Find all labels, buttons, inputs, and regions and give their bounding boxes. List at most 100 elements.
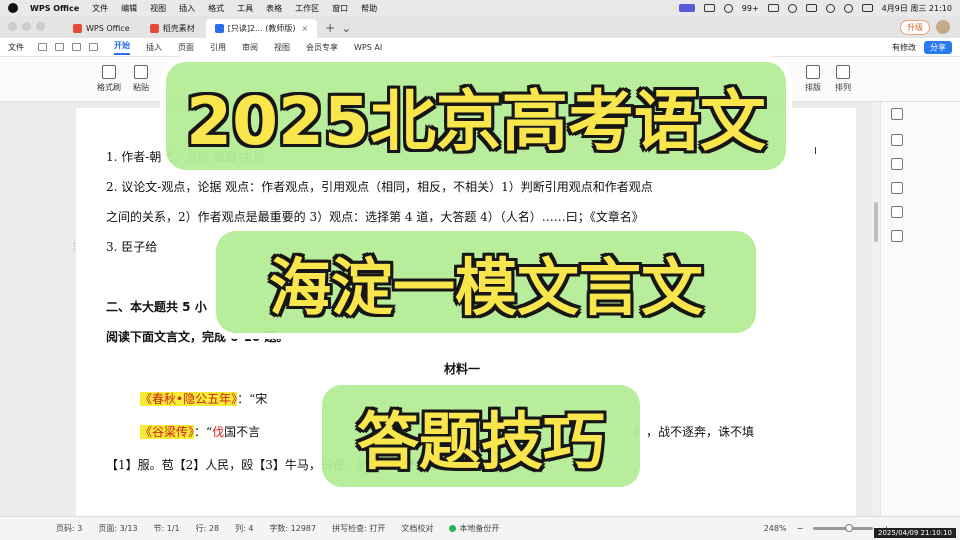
status-proofread[interactable]: 文档校对 xyxy=(401,523,433,534)
menubar-status: 99+ 4月9日 周三 21:10 xyxy=(678,3,952,14)
menu-insert[interactable]: 插入 xyxy=(179,3,195,14)
status-page[interactable]: 页面: 3/13 xyxy=(98,523,137,534)
wifi-icon[interactable] xyxy=(825,3,835,13)
upgrade-button[interactable]: 升级 xyxy=(900,19,930,35)
overlay-title-sub: 海淀一模文言文 xyxy=(216,231,756,333)
brush-icon[interactable] xyxy=(891,206,903,218)
menu-edit[interactable]: 编辑 xyxy=(121,3,137,14)
tab-docer[interactable]: 稻壳素材 xyxy=(141,19,204,38)
backup-ok-icon xyxy=(449,525,457,532)
ribbon-tabs: 文件 开始 插入 页面 引用 审阅 视图 会员专享 WPS AI 有修改 分享 xyxy=(0,38,960,57)
pen-icon[interactable] xyxy=(891,134,903,146)
close-tab-icon[interactable]: × xyxy=(301,24,308,33)
zoom-window-button[interactable] xyxy=(36,22,45,31)
status-spell-check[interactable]: 拼写检查: 打开 xyxy=(332,523,385,534)
tab-view[interactable]: 视图 xyxy=(274,42,290,53)
paste-label: 粘贴 xyxy=(133,83,149,92)
tab-label: 稻壳素材 xyxy=(162,24,195,33)
tab-page[interactable]: 页面 xyxy=(178,42,194,53)
vertical-scrollbar[interactable] xyxy=(872,102,880,516)
tab-wps-ai[interactable]: WPS AI xyxy=(354,43,382,52)
control-center-icon[interactable] xyxy=(861,4,873,12)
sliders-icon[interactable] xyxy=(891,158,903,170)
file-menu-button[interactable]: 文件 xyxy=(8,42,24,53)
menu-view[interactable]: 视图 xyxy=(150,3,166,14)
tab-references[interactable]: 引用 xyxy=(210,42,226,53)
status-word-count[interactable]: 字数: 12987 xyxy=(269,523,316,534)
redo-icon[interactable] xyxy=(89,43,98,51)
arrange-label: 排列 xyxy=(835,83,851,92)
history-icon[interactable] xyxy=(891,230,903,242)
paste-button[interactable]: 粘贴 xyxy=(124,65,158,93)
pointer-icon[interactable] xyxy=(891,182,903,194)
menu-format[interactable]: 格式 xyxy=(208,3,224,14)
avatar[interactable] xyxy=(936,20,950,34)
wechat-icon[interactable] xyxy=(723,3,733,13)
section-heading: 二、本大题共 5 小 xyxy=(106,300,207,314)
window-controls xyxy=(8,22,45,31)
menubar-datetime: 4月9日 周三 21:10 xyxy=(881,3,952,13)
zoom-out-icon[interactable]: − xyxy=(797,524,804,533)
layout-label: 排版 xyxy=(805,83,821,92)
menu-workspace[interactable]: 工作区 xyxy=(295,3,319,14)
arrange-icon xyxy=(836,65,850,79)
quote-line: 《谷梁传》：“伐国不言 xyxy=(140,423,260,440)
notification-badge: 99+ xyxy=(741,3,759,13)
wps-logo-icon xyxy=(73,24,82,33)
apple-icon[interactable] xyxy=(8,3,18,13)
folder-icon[interactable] xyxy=(767,4,779,12)
quote-tail: 时，战不逐奔，诛不填 xyxy=(634,425,755,439)
capture-timestamp: 2025/04/09 21:10:10 xyxy=(873,528,956,538)
menu-help[interactable]: 帮助 xyxy=(361,3,377,14)
quote-text: ：“宋 xyxy=(237,392,268,406)
scrollbar-thumb[interactable] xyxy=(874,202,878,242)
tab-review[interactable]: 审阅 xyxy=(242,42,258,53)
wps-tray-icon[interactable] xyxy=(703,4,715,12)
zoom-slider[interactable] xyxy=(813,524,874,532)
tab-home[interactable]: 开始 xyxy=(114,40,130,55)
menu-file[interactable]: 文件 xyxy=(92,3,108,14)
search-icon[interactable] xyxy=(843,3,853,13)
zoom-level[interactable]: 248% xyxy=(764,524,787,533)
battery-icon[interactable] xyxy=(805,4,817,12)
print-icon[interactable] xyxy=(55,43,64,51)
panel-collapse-icon[interactable] xyxy=(891,108,903,120)
format-painter-button[interactable]: 格式刷 xyxy=(92,65,126,93)
screen: WPS Office 文件 编辑 视图 插入 格式 工具 表格 工作区 窗口 帮… xyxy=(0,0,960,540)
tab-dropdown-icon[interactable]: ⌄ xyxy=(341,21,351,35)
material-heading: 材料一 xyxy=(444,362,481,376)
undo-icon[interactable] xyxy=(72,43,81,51)
quote-text: 国不言 xyxy=(224,425,261,439)
menu-table[interactable]: 表格 xyxy=(266,3,282,14)
tab-label: [只读]2... (教师版) xyxy=(227,24,296,33)
menu-window[interactable]: 窗口 xyxy=(332,3,348,14)
save-icon[interactable] xyxy=(38,43,47,51)
layout-button[interactable]: 排版 xyxy=(798,65,828,93)
ribbon-right: 有修改 分享 xyxy=(892,40,960,54)
tab-label: WPS Office xyxy=(86,24,130,33)
quote-line: 《春秋•隐公五年》：“宋 xyxy=(140,390,267,407)
status-backup[interactable]: 本地备份开 xyxy=(449,523,499,534)
menu-app-name[interactable]: WPS Office xyxy=(30,4,79,13)
tab-bar: WPS Office 稻壳素材 [只读]2... (教师版) × + ⌄ 升级 xyxy=(0,16,960,38)
book-title-highlight: 《春秋•隐公五年》 xyxy=(140,392,238,406)
close-window-button[interactable] xyxy=(8,22,17,31)
clock-icon[interactable] xyxy=(787,3,797,13)
minimize-window-button[interactable] xyxy=(22,22,31,31)
menu-tools[interactable]: 工具 xyxy=(237,3,253,14)
doc-line: 2. 议论文-观点，论据 观点：作者观点，引用观点（相同，相反，不相关）1）判断… xyxy=(106,180,653,194)
screen-record-icon[interactable] xyxy=(678,4,695,12)
text-cursor-icon: I xyxy=(814,146,817,157)
modified-status[interactable]: 有修改 xyxy=(892,42,916,53)
new-tab-icon[interactable]: + xyxy=(325,21,335,35)
red-character: 伐 xyxy=(212,425,225,439)
tab-wps-office[interactable]: WPS Office xyxy=(64,19,139,38)
tab-insert[interactable]: 插入 xyxy=(146,42,162,53)
arrange-button[interactable]: 排列 xyxy=(828,65,858,93)
tab-document[interactable]: [只读]2... (教师版) × xyxy=(205,19,318,38)
status-page-code[interactable]: 页码: 3 xyxy=(56,523,82,534)
share-button[interactable]: 分享 xyxy=(924,40,952,54)
tab-member[interactable]: 会员专享 xyxy=(306,42,338,53)
layout-icon xyxy=(806,65,820,79)
zoom-slider-knob[interactable] xyxy=(845,524,854,532)
